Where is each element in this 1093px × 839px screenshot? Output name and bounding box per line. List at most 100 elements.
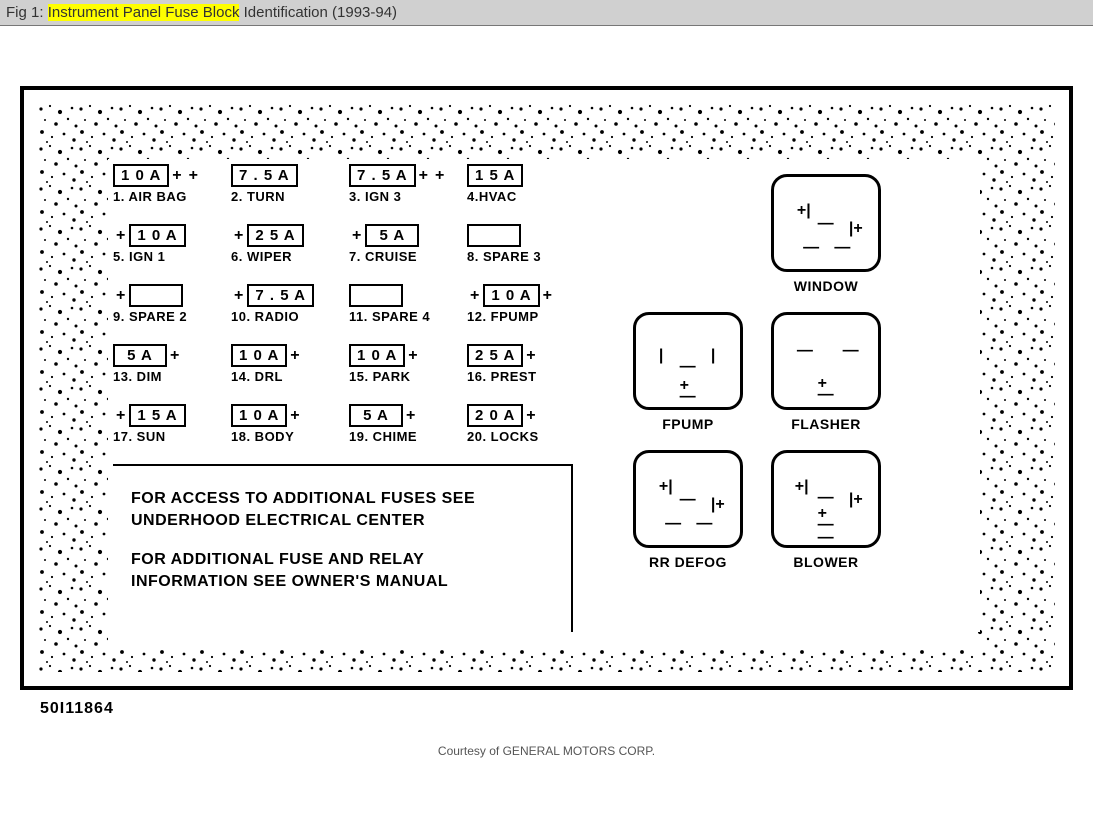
fuse-amp-box: 2 5 A	[247, 224, 303, 247]
relay-pin: —	[834, 240, 848, 256]
relay-row: ||—+—FPUMP———+FLASHER	[633, 312, 881, 432]
fuse-label: 20. LOCKS	[467, 429, 567, 444]
fuse-cell: +7 . 5 A10. RADIO	[231, 284, 331, 324]
relay-pin: —	[680, 359, 694, 375]
fuse-label: 10. RADIO	[231, 309, 331, 324]
relay-rr-defog: +||+———RR DEFOG	[633, 450, 743, 570]
relay-label: FPUMP	[633, 416, 743, 432]
fuse-label: 8. SPARE 3	[467, 249, 567, 264]
relay-box: ———+	[771, 312, 881, 410]
fuse-label: 7. CRUISE	[349, 249, 449, 264]
fuse-row: 1 0 A++1. AIR BAG 7 . 5 A 2. TURN 7 . 5 A++…	[113, 164, 573, 204]
fuse-label: 13. DIM	[113, 369, 213, 384]
plus-icon: +	[231, 227, 247, 245]
plus-icon: +	[540, 287, 556, 305]
relay-pin: |+	[849, 221, 863, 237]
relay-pin: —	[818, 530, 832, 546]
fuse-amp-box: 2 0 A	[467, 404, 523, 427]
plus-icon: +	[113, 287, 129, 305]
relay-pin: |	[659, 348, 663, 364]
fuse-cell: 5 A+ 13. DIM	[113, 344, 213, 384]
fuse-amp-box	[349, 284, 403, 307]
fuse-label: 2. TURN	[231, 189, 331, 204]
fuse-cell: 7 . 5 A++3. IGN 3	[349, 164, 449, 204]
fuse-label: 14. DRL	[231, 369, 331, 384]
fuse-cell: +1 5 A17. SUN	[113, 404, 213, 444]
fuse-amp-row: 1 5 A	[467, 164, 567, 187]
relay-box: +||+———	[633, 450, 743, 548]
fuse-amp-box: 7 . 5 A	[247, 284, 314, 307]
relay-flasher: ———+FLASHER	[771, 312, 881, 432]
notes-box: FOR ACCESS TO ADDITIONAL FUSES SEE UNDER…	[113, 464, 573, 632]
relay-pin: —	[843, 343, 857, 359]
relay-pin: —	[680, 492, 694, 508]
relay-label: BLOWER	[771, 554, 881, 570]
fuse-label: 19. CHIME	[349, 429, 449, 444]
fuse-amp-row: 7 . 5 A++	[349, 164, 449, 187]
fuse-cell: +5 A 7. CRUISE	[349, 224, 449, 264]
fig-prefix: Fig 1:	[6, 4, 48, 21]
note-line-2: FOR ADDITIONAL FUSE AND RELAY INFORMATIO…	[131, 549, 543, 592]
fuse-amp-row: 5 A+	[113, 344, 213, 367]
fuse-label: 5. IGN 1	[113, 249, 213, 264]
fuse-amp-box: 2 5 A	[467, 344, 523, 367]
fuse-amp-row: +5 A	[349, 224, 449, 247]
plus-icon: +	[287, 347, 303, 365]
fuse-amp-box: 1 0 A	[349, 344, 405, 367]
plus-icon: +	[113, 227, 129, 245]
fuse-label: 16. PREST	[467, 369, 567, 384]
fuse-amp-box: 1 0 A	[231, 344, 287, 367]
fuse-cell: +1 0 A+12. FPUMP	[467, 284, 567, 324]
fuse-label: 4.HVAC	[467, 189, 567, 204]
relay-pin: —	[818, 490, 832, 506]
fuse-amp-box: 7 . 5 A	[231, 164, 298, 187]
relay-box: +||+———	[771, 174, 881, 272]
plus-icon: +	[167, 347, 183, 365]
fig-highlight: Instrument Panel Fuse Block	[48, 4, 240, 21]
fuse-cell: +2 5 A 6. WIPER	[231, 224, 331, 264]
plus-icon: +	[403, 407, 419, 425]
fuse-amp-row	[467, 224, 567, 247]
fuse-amp-box: 5 A	[365, 224, 419, 247]
fuse-amp-row: +1 0 A+	[467, 284, 567, 307]
fuse-amp-row	[349, 284, 449, 307]
fig-suffix: Identification (1993-94)	[239, 4, 397, 21]
note-line-1: FOR ACCESS TO ADDITIONAL FUSES SEE UNDER…	[131, 488, 543, 531]
fuse-cell: +1 0 A 5. IGN 1	[113, 224, 213, 264]
fuse-cell: 2 0 A+ 20. LOCKS	[467, 404, 567, 444]
fuse-cell: 1 0 A++1. AIR BAG	[113, 164, 213, 204]
fuse-amp-box: 1 5 A	[467, 164, 523, 187]
relay-row: +||+———RR DEFOG+||+—+——BLOWER	[633, 450, 881, 570]
fuse-cell: 2 5 A+16. PREST	[467, 344, 567, 384]
fuse-amp-row: 1 0 A++	[113, 164, 213, 187]
relay-pin: —	[680, 389, 694, 405]
fuse-row: +1 0 A 5. IGN 1 +2 5 A 6. WIPER +5 A 7. CRUIS…	[113, 224, 573, 264]
fuse-amp-row: 1 0 A+	[231, 404, 331, 427]
relay-pin: +	[818, 376, 827, 392]
relay-fpump: ||—+—FPUMP	[633, 312, 743, 432]
plus-icon: +	[416, 167, 432, 185]
fuse-label: 15. PARK	[349, 369, 449, 384]
fuse-amp-box: 1 5 A	[129, 404, 185, 427]
plus-icon: +	[405, 347, 421, 365]
fuse-row: +1 5 A17. SUN1 0 A+18. BODY5 A+19. CHIME…	[113, 404, 573, 444]
relay-blower: +||+—+——BLOWER	[771, 450, 881, 570]
relay-pin: +|	[795, 479, 809, 495]
fuse-amp-row: +1 5 A	[113, 404, 213, 427]
relay-pin: —	[665, 516, 679, 532]
relay-pin: —	[818, 216, 832, 232]
plus-icon: +	[349, 227, 365, 245]
fuse-grid: 1 0 A++1. AIR BAG7 . 5 A2. TURN7 . 5 A++…	[113, 164, 573, 444]
relay-pin: |+	[711, 497, 725, 513]
plus-icon: +	[467, 287, 483, 305]
relay-pin: +|	[797, 203, 811, 219]
fuse-cell: 8. SPARE 3	[467, 224, 567, 264]
speckle-border: 1 0 A++1. AIR BAG7 . 5 A2. TURN7 . 5 A++…	[38, 104, 1055, 672]
fuse-label: 6. WIPER	[231, 249, 331, 264]
fuse-amp-row: +1 0 A	[113, 224, 213, 247]
fuse-amp-row: 2 0 A+	[467, 404, 567, 427]
relay-pin: |+	[849, 492, 863, 508]
relay-box: +||+—+——	[771, 450, 881, 548]
plus-icon: +	[169, 167, 185, 185]
fuse-cell: 5 A+19. CHIME	[349, 404, 449, 444]
